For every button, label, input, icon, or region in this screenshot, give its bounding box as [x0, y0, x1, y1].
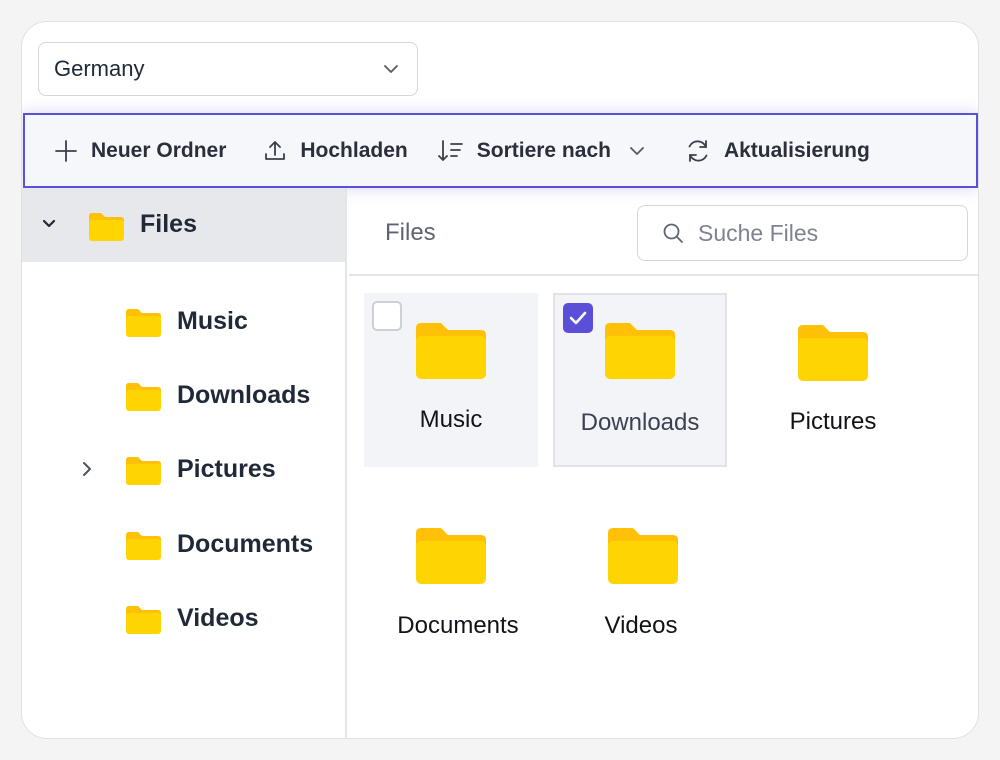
folder-icon: [126, 532, 161, 560]
folder-icon: [89, 213, 124, 241]
folder-icon: [126, 309, 161, 337]
sort-by-label: Sortiere nach: [476, 138, 611, 162]
tree-item-music[interactable]: Music: [22, 292, 345, 352]
plus-icon: [55, 139, 77, 162]
checkmark-icon: [569, 311, 587, 325]
file-tile-music[interactable]: Music: [364, 293, 538, 467]
tree-item-pictures[interactable]: Pictures: [22, 440, 345, 500]
file-manager-card: Germany Neuer Ordner Hochladen Sortiere …: [21, 21, 979, 739]
upload-icon: [265, 140, 286, 160]
tree-item-videos[interactable]: Videos: [22, 589, 345, 649]
select-checkbox[interactable]: [372, 301, 402, 331]
file-name: Music: [419, 406, 483, 433]
folder-icon: [416, 528, 486, 584]
folder-icon: [126, 606, 161, 634]
chevron-down-icon: [630, 146, 644, 155]
refresh-icon: [688, 139, 708, 162]
file-tile-pictures[interactable]: Pictures: [746, 295, 920, 469]
tree-item-label: Music: [177, 307, 248, 335]
chevron-right-icon[interactable]: [80, 460, 94, 478]
file-tile-documents[interactable]: Documents: [371, 500, 545, 674]
tree-item-files[interactable]: Files: [22, 188, 345, 262]
tree-item-label: Downloads: [177, 381, 311, 409]
upload-button[interactable]: Hochladen: [263, 131, 408, 171]
toolbar: Neuer Ordner Hochladen Sortiere nach Akt…: [23, 113, 978, 188]
new-folder-label: Neuer Ordner: [91, 138, 227, 162]
refresh-button[interactable]: Aktualisierung: [685, 131, 870, 171]
country-select-value: Germany: [54, 56, 145, 81]
file-name: Downloads: [580, 409, 700, 436]
folder-icon: [798, 325, 868, 381]
file-name: Videos: [604, 612, 678, 639]
folder-icon: [126, 383, 161, 411]
new-folder-button[interactable]: Neuer Ordner: [54, 131, 226, 171]
search-box[interactable]: [637, 205, 968, 261]
tree-item-label: Pictures: [177, 455, 276, 483]
search-icon: [663, 223, 683, 243]
folder-icon: [416, 323, 486, 379]
upload-label: Hochladen: [300, 138, 408, 162]
file-tile-downloads[interactable]: Downloads: [553, 293, 727, 467]
folder-icon: [608, 528, 678, 584]
tree-item-documents[interactable]: Documents: [22, 515, 345, 575]
chevron-down-icon[interactable]: [41, 216, 57, 232]
content-header: Files: [349, 188, 978, 276]
tree-item-label: Documents: [177, 530, 314, 558]
tree-item-label: Files: [140, 210, 197, 238]
sort-icon: [437, 139, 463, 161]
tree-item-label: Videos: [177, 604, 259, 632]
select-checkbox-checked[interactable]: [563, 303, 593, 333]
chevron-down-icon: [384, 65, 398, 73]
country-select[interactable]: Germany: [38, 42, 418, 96]
folder-icon: [126, 457, 161, 485]
file-tile-videos[interactable]: Videos: [554, 500, 728, 674]
breadcrumb[interactable]: Files: [385, 219, 436, 247]
refresh-label: Aktualisierung: [723, 138, 870, 162]
file-name: Documents: [397, 612, 519, 639]
file-name: Pictures: [789, 408, 877, 435]
tree-item-downloads[interactable]: Downloads: [22, 366, 345, 426]
folder-icon: [605, 323, 675, 379]
search-input[interactable]: [698, 219, 938, 247]
folder-tree-sidebar: Files Music Downloads Pictures Documents…: [22, 188, 347, 738]
sort-by-dropdown[interactable]: Sortiere nach: [437, 131, 647, 171]
